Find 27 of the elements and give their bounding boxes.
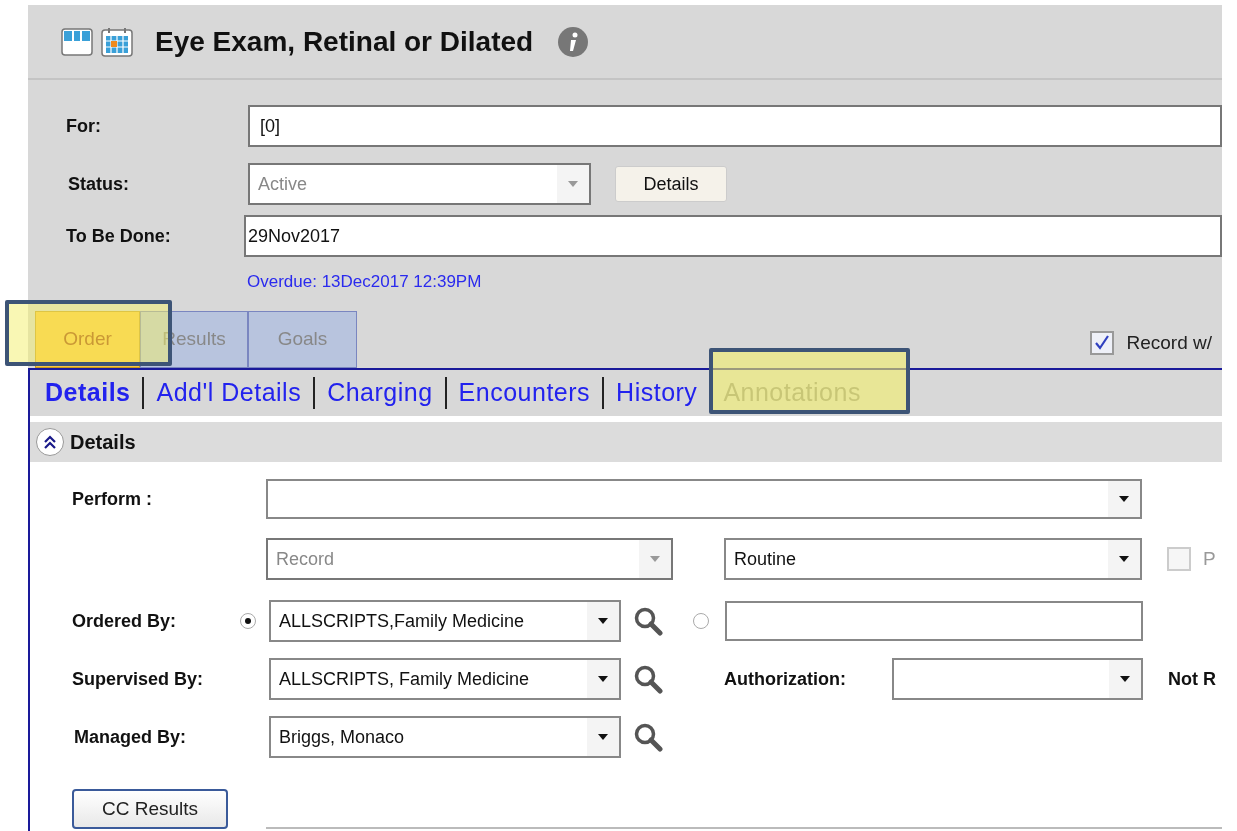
text-field[interactable]: [0]: [248, 105, 1222, 147]
overdue-text: Overdue: 13Dec2017 12:39PM: [247, 271, 482, 293]
date-field[interactable]: 29Nov2017: [244, 215, 1222, 257]
field-label: Status:: [68, 172, 130, 196]
field-label: Perform :: [72, 487, 153, 511]
field-label: Supervised By:: [72, 667, 205, 691]
field-label: Managed By:: [74, 725, 188, 749]
field-label: To Be Done:: [66, 224, 172, 248]
subtab-link[interactable]: History: [616, 374, 698, 412]
checkbox-label: P: [1203, 546, 1216, 571]
dropdown[interactable]: Routine: [724, 538, 1142, 580]
subtab-link[interactable]: Details: [45, 374, 131, 412]
window-title: Eye Exam, Retinal or Dilated: [155, 24, 534, 59]
checkbox-label: Record w/: [1126, 331, 1212, 355]
field-label: Ordered By:: [72, 609, 178, 633]
subtab-link[interactable]: Add'l Details: [156, 374, 302, 412]
dropdown[interactable]: ALLSCRIPTS, Family Medicine: [269, 658, 621, 700]
field-label: Authorization:: [724, 667, 847, 691]
cc-results-button[interactable]: CC Results: [72, 789, 228, 829]
details-button[interactable]: Details: [615, 166, 727, 202]
subtab-link[interactable]: Encounters: [458, 374, 591, 412]
subtab-link[interactable]: Charging: [327, 374, 433, 412]
field-label: Not R: [1168, 667, 1216, 691]
section-title: Details: [70, 430, 136, 455]
dropdown[interactable]: Briggs, Monaco: [269, 716, 621, 758]
field-label: For:: [66, 114, 102, 138]
dropdown[interactable]: ALLSCRIPTS,Family Medicine: [269, 600, 621, 642]
